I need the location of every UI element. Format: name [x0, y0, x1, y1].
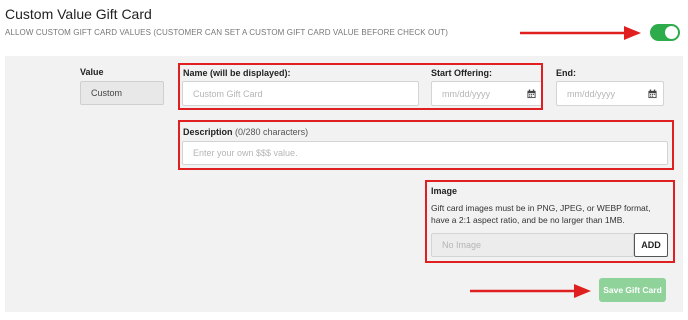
- highlight-image: [425, 180, 675, 263]
- value-text: Custom: [91, 88, 123, 98]
- page-subtitle: ALLOW CUSTOM GIFT CARD VALUES (CUSTOMER …: [5, 28, 448, 37]
- end-date-input[interactable]: mm/dd/yyyy: [556, 81, 664, 106]
- value-label: Value: [80, 67, 104, 77]
- arrow-right-icon: [470, 281, 592, 301]
- custom-value-toggle[interactable]: [650, 24, 680, 41]
- end-date-placeholder: mm/dd/yyyy: [567, 88, 616, 99]
- calendar-icon[interactable]: [648, 89, 657, 98]
- value-field: Custom: [80, 81, 164, 105]
- highlight-description: [178, 120, 674, 170]
- toggle-knob: [665, 26, 678, 39]
- highlight-name-start: [178, 63, 543, 110]
- save-gift-card-button[interactable]: Save Gift Card: [599, 278, 666, 302]
- arrow-right-icon: [520, 23, 642, 43]
- end-label: End:: [556, 68, 576, 78]
- page-title: Custom Value Gift Card: [5, 6, 152, 22]
